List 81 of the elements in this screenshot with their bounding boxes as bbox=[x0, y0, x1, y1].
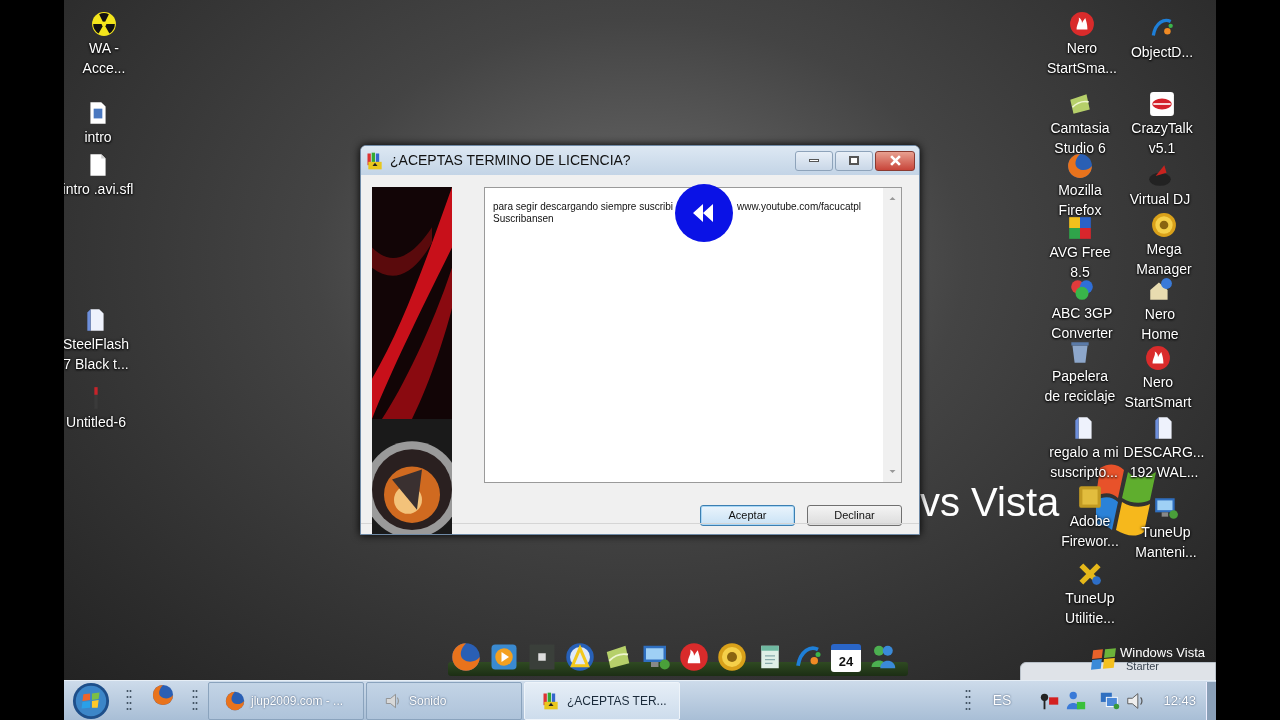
windows-flag-icon bbox=[1090, 646, 1118, 672]
grip-icon[interactable] bbox=[126, 688, 132, 713]
radiation-icon[interactable] bbox=[91, 11, 117, 37]
icon-label: DESCARG... bbox=[1123, 443, 1205, 462]
edition-name: Windows Vista bbox=[1120, 646, 1205, 660]
tools-icon[interactable] bbox=[1077, 561, 1103, 587]
calendar-icon[interactable]: 24 bbox=[831, 644, 861, 672]
icon-label: Mozilla bbox=[1058, 181, 1102, 200]
close-icon bbox=[889, 155, 901, 166]
license-text: para segir descargando siempre suscribi bbox=[493, 201, 674, 213]
accept-button[interactable]: Aceptar bbox=[700, 505, 795, 526]
icon-label: Nero bbox=[1144, 305, 1176, 324]
minimize-button[interactable] bbox=[795, 150, 833, 171]
icon-label: StartSma... bbox=[1047, 59, 1117, 78]
flame-icon[interactable] bbox=[679, 642, 709, 672]
widget-icon[interactable] bbox=[527, 642, 557, 672]
lips-icon[interactable] bbox=[1149, 91, 1175, 117]
decline-button[interactable]: Declinar bbox=[807, 505, 902, 526]
grip-icon[interactable] bbox=[964, 688, 971, 713]
icon-label: TuneUp bbox=[1141, 523, 1191, 542]
house-icon[interactable] bbox=[1147, 277, 1173, 303]
icon-label: Home bbox=[1141, 325, 1179, 344]
rewind-icon bbox=[675, 184, 733, 242]
monitor-icon[interactable] bbox=[1153, 495, 1179, 521]
icon-label: CrazyTalk bbox=[1131, 119, 1193, 138]
start-button[interactable] bbox=[72, 681, 110, 720]
icon-label: Firefox bbox=[1058, 201, 1102, 220]
icon-label: Converter bbox=[1051, 324, 1113, 343]
icon-label: Manager bbox=[1136, 260, 1192, 279]
icon-label: intro bbox=[84, 128, 112, 147]
tiles-icon[interactable] bbox=[1067, 215, 1093, 241]
taskbar-button[interactable]: ¿ACEPTAS TER... bbox=[524, 681, 680, 720]
icon-label: 192 WAL... bbox=[1129, 463, 1199, 482]
icon-label: Camtasia bbox=[1050, 119, 1110, 138]
icon-label: Acce... bbox=[82, 59, 126, 78]
flame-icon[interactable] bbox=[1145, 345, 1171, 371]
books-icon bbox=[365, 150, 385, 171]
icon-label: de reciclaje bbox=[1044, 387, 1116, 406]
text-area[interactable]: para segir descargando siempre suscribi www.youtube.com/facucatpl Suscribansen bbox=[484, 187, 902, 483]
globe-icon bbox=[225, 690, 245, 711]
icon-label: ABC 3GP bbox=[1051, 304, 1113, 323]
icon-label: regalo a mi bbox=[1049, 443, 1119, 462]
icon-label: 8.5 bbox=[1070, 263, 1090, 282]
globe-icon[interactable] bbox=[152, 684, 174, 706]
window-title: ¿ACEPTAS TERMINO DE LICENCIA? bbox=[390, 151, 631, 170]
icon-label: SteelFlash bbox=[64, 335, 130, 354]
icon-label: Manteni... bbox=[1135, 543, 1197, 562]
ring-icon[interactable] bbox=[565, 642, 595, 672]
app-tile-icon[interactable] bbox=[1077, 484, 1103, 510]
books-icon bbox=[541, 690, 561, 711]
edition-label: Starter bbox=[1126, 660, 1160, 672]
close-button[interactable] bbox=[875, 150, 915, 171]
icon-label: Papelera bbox=[1051, 367, 1108, 386]
license-text: Suscribansen bbox=[493, 213, 554, 225]
play-icon[interactable] bbox=[489, 642, 519, 672]
icon-label: Studio 6 bbox=[1054, 139, 1106, 158]
icon-label: v5.1 bbox=[1148, 139, 1176, 158]
icon-label: Utilitie... bbox=[1065, 609, 1115, 628]
icon-label: Untitled-6 bbox=[66, 413, 126, 432]
globe-icon[interactable] bbox=[451, 642, 481, 672]
globe-icon[interactable] bbox=[1067, 153, 1093, 179]
icon-label: Firewor... bbox=[1061, 532, 1119, 551]
icon-label: TuneUp bbox=[1065, 589, 1115, 608]
icon-label: WA - bbox=[89, 39, 119, 58]
icon-label: AVG Free bbox=[1049, 243, 1111, 262]
icon-label: ObjectD... bbox=[1130, 43, 1194, 62]
icon-label: intro .avi.sfl bbox=[64, 180, 134, 199]
icon-label: Mega bbox=[1146, 240, 1182, 259]
grip-icon[interactable] bbox=[192, 688, 198, 713]
wallpaper-text: vs Vista bbox=[920, 480, 1060, 526]
maximize-button[interactable] bbox=[835, 150, 873, 171]
flame-icon[interactable] bbox=[1069, 11, 1095, 37]
icon-label: 7 Black t... bbox=[64, 355, 129, 374]
icon-label: StartSmart bbox=[1124, 393, 1192, 412]
leaf-icon[interactable] bbox=[1067, 91, 1093, 117]
coin-icon[interactable] bbox=[1151, 212, 1177, 238]
icon-label: Nero bbox=[1066, 39, 1098, 58]
icon-label: Nero bbox=[1142, 373, 1174, 392]
icon-label: Virtual DJ bbox=[1129, 190, 1191, 209]
coin-icon[interactable] bbox=[717, 642, 747, 672]
license-text: www.youtube.com/facucatpl bbox=[737, 201, 862, 213]
